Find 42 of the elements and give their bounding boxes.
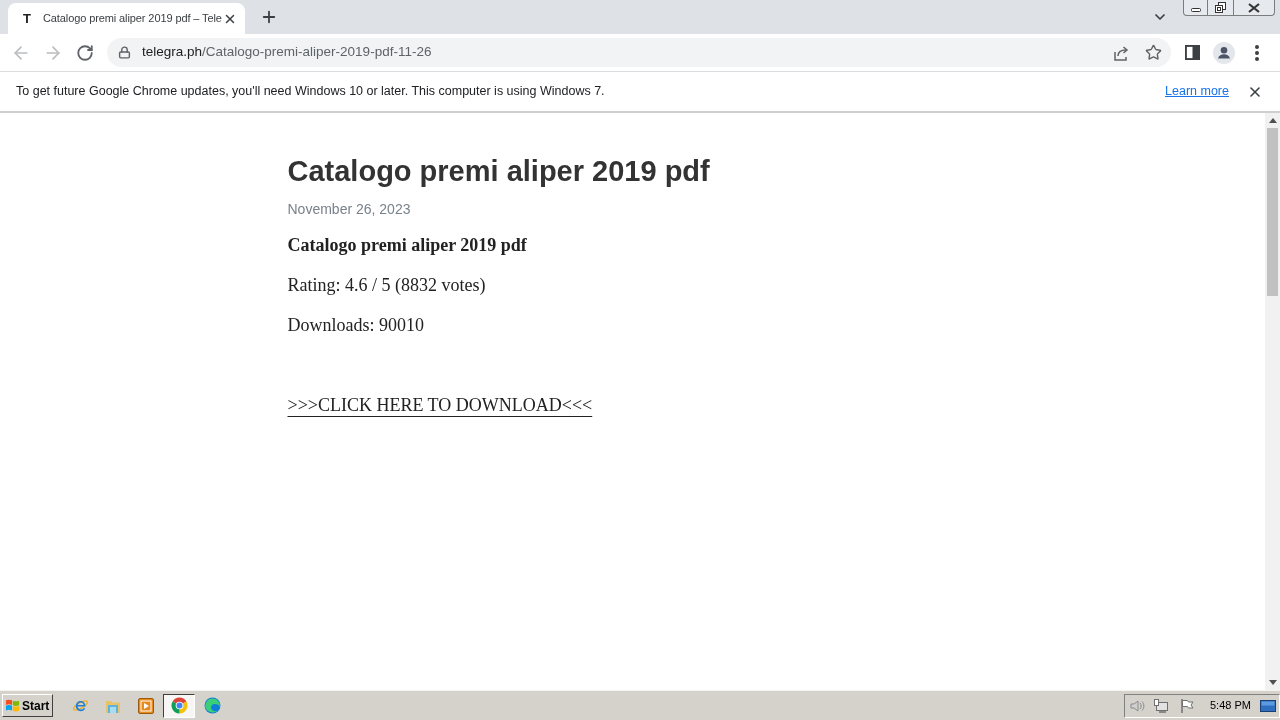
screen-icon[interactable] [1260, 699, 1276, 712]
share-icon [1113, 44, 1129, 61]
restore-icon [1215, 2, 1226, 13]
article-paragraph: Rating: 4.6 / 5 (8832 votes) [287, 274, 486, 297]
flag-icon[interactable] [1179, 697, 1195, 714]
scrollbar[interactable] [1265, 113, 1280, 690]
plus-icon [260, 8, 278, 26]
browser-tab[interactable]: T Catalogo premi aliper 2019 pdf – Tele [8, 3, 245, 34]
url-text: telegra.ph/Catalogo-premi-aliper-2019-pdf-11-26 [142, 43, 432, 62]
close-icon [1248, 2, 1260, 13]
start-logo-icon [5, 698, 20, 713]
lock-icon [118, 46, 131, 59]
play-tile-icon [138, 697, 154, 714]
swirl-logo-icon [203, 697, 221, 714]
tab-favicon: T [23, 12, 31, 25]
infobar-message: To get future Google Chrome updates, you'll need Windows 10 or later. This computer is using Windows 7. [16, 83, 605, 101]
article-title: Catalogo premi aliper 2019 pdf [287, 154, 710, 189]
window-close-button[interactable] [1234, 0, 1275, 16]
person-avatar-icon [1213, 41, 1235, 64]
side-panel-icon [1184, 45, 1200, 60]
taskbar-clock[interactable]: 5:48 PM [1210, 697, 1251, 714]
network-icon[interactable] [1153, 697, 1169, 714]
minimize-button[interactable] [1183, 0, 1208, 16]
restore-button[interactable] [1208, 0, 1234, 16]
caret-down-icon[interactable] [1268, 680, 1277, 685]
address-bar[interactable]: telegra.ph/Catalogo-premi-aliper-2019-pdf-11-26 [107, 38, 1171, 67]
article-paragraph: Downloads: 90010 [287, 314, 424, 337]
download-link[interactable]: >>>CLICK HERE TO DOWNLOAD<<< [287, 395, 593, 415]
menu-icon [1255, 44, 1259, 61]
start-button[interactable]: Start [2, 694, 53, 717]
reload-icon [76, 43, 94, 62]
taskbar-app-button[interactable] [163, 693, 195, 718]
tab-title: Catalogo premi aliper 2019 pdf – Tele [42, 11, 222, 27]
article-date: November 26, 2023 [287, 200, 411, 219]
learn-more-link[interactable]: Learn more [1165, 82, 1229, 101]
article-heading: Catalogo premi aliper 2019 pdf [287, 234, 527, 257]
caret-up-icon[interactable] [1268, 118, 1277, 123]
circle-logo-icon [170, 697, 188, 714]
e-logo-icon [71, 697, 89, 714]
minimize-icon [1190, 7, 1201, 12]
scrollbar-thumb[interactable] [1267, 128, 1278, 296]
star-icon [1144, 44, 1162, 61]
